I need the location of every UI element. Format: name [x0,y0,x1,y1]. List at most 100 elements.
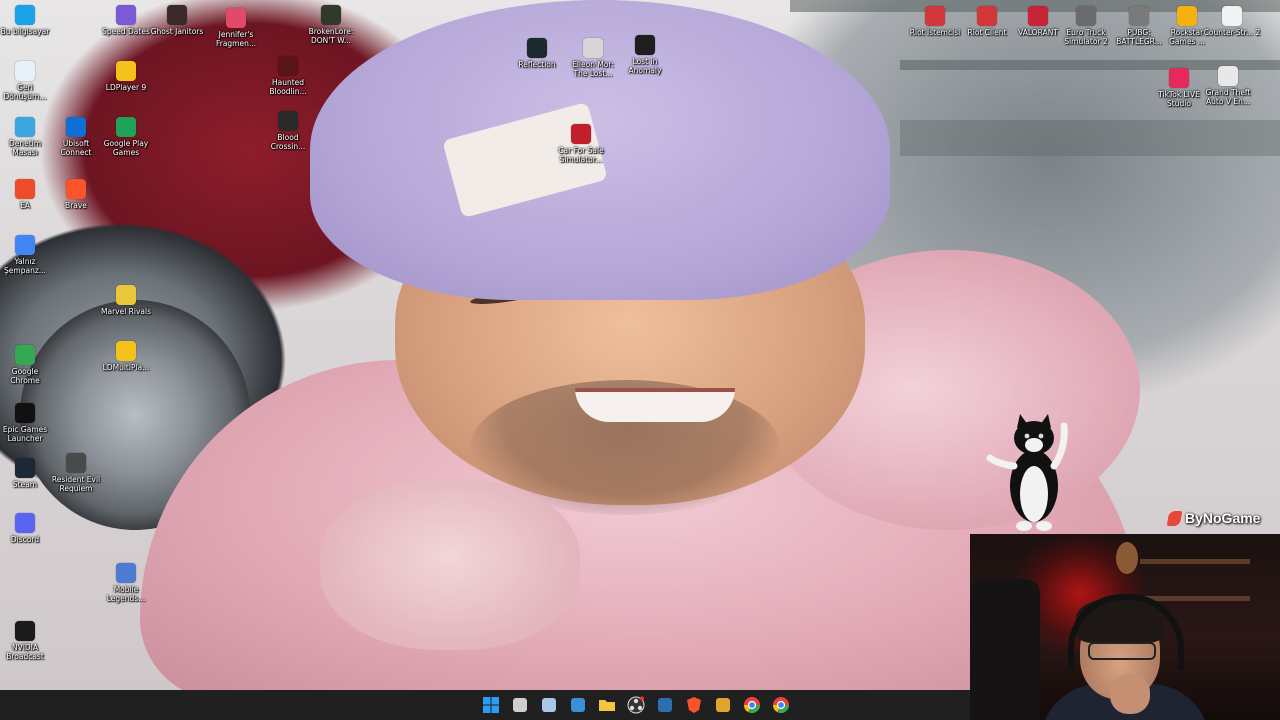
desktop-icon-label: Brave [65,201,87,210]
google-play-games-icon [116,117,136,137]
desktop-icon-google-chrome[interactable]: Google Chrome [0,345,54,385]
desktop-icon-mobile-legends[interactable]: Mobile Legends... [97,563,155,603]
glasses-image [1088,642,1156,660]
desktop-icon-google-play-games[interactable]: Google Play Games [97,117,155,157]
desktop-icon-label: Speed Dates [102,27,150,36]
taskbar-snipping-button[interactable] [540,696,558,714]
desktop-icon-bu-bilgisayar[interactable]: Bu bilgisayar [0,5,54,36]
desktop-icon-label: Riot Client [967,28,1007,37]
desktop-icon-ghost-janitors[interactable]: Ghost Janitors [148,5,206,36]
desktop-icon-label: Haunted Bloodlin... [269,78,307,96]
desktop-icon-label: LDPlayer 9 [105,83,147,92]
taskbar-items [482,690,790,720]
desktop-icon-brave[interactable]: Brave [47,179,105,210]
ubisoft-icon [66,117,86,137]
hand-image [320,480,580,650]
blood-crossing-icon [278,111,298,131]
desktop-icon-reflection[interactable]: Reflection [508,38,566,69]
desktop-icon-label: Mobile Legends... [106,585,146,603]
lost-in-anomaly-icon [635,35,655,55]
desktop-icon-lost-in-anomaly[interactable]: Lost in Anomaly [616,35,674,75]
ldplayer-icon [116,61,136,81]
desktop-icon-counter-strike-2[interactable]: Counter-Str... 2 [1203,6,1261,37]
riot-client-icon [925,6,945,26]
desktop-icon-marvel-rivals[interactable]: Marvel Rivals [97,285,155,316]
desktop-icon-label: Car For Sale Simulator... [558,146,604,164]
riot-client-icon [977,6,997,26]
desktop-icon-label: Resident Evil Requiem [51,475,101,493]
desktop-icon-ldmultiplayer[interactable]: LDMultiPla... [97,341,155,372]
desktop-icon-resident-evil[interactable]: Resident Evil Requiem [47,453,105,493]
desktop-icon-car-for-sale[interactable]: Car For Sale Simulator... [552,124,610,164]
windows-start-icon [483,697,499,713]
rockstar-icon [1177,6,1197,26]
taskbar-file-explorer-button[interactable] [598,696,616,714]
desktop-icon-speed-dates[interactable]: Speed Dates [97,5,155,36]
desktop-icon-label: Google Chrome [10,367,40,385]
cat-sticker [986,414,1068,531]
desktop-icon-ea[interactable]: EA [0,179,54,210]
desktop-icon-geri-donusum[interactable]: Geri Dönüşüm... [0,61,54,101]
desktop-icon-label: Blood Crossin... [270,133,306,151]
desktop-icon-yalniz-sempanze[interactable]: Yalnız Şempanz... [0,235,54,275]
taskbar-start-button[interactable] [482,696,500,714]
resident-evil-icon [66,453,86,473]
desktop-icon-steam[interactable]: Steam [0,458,54,489]
desktop-icon-label: Steam [12,480,38,489]
desktop-icon-label: Yalnız Şempanz... [4,257,46,275]
desktop-icon-euro-truck[interactable]: Euro Truck Simulator 2 [1057,6,1115,46]
desktop-icon-label: Euro Truck Simulator 2 [1064,28,1108,46]
taskbar-chrome-tb-2-button[interactable] [772,696,790,714]
desktop-icon-label: Geri Dönüşüm... [3,83,47,101]
smile-image [575,388,735,422]
jennifers-fragments-icon [226,8,246,28]
desktop-icon-label: Counter-Str... 2 [1203,28,1261,37]
taskbar-chrome-tb-1-button[interactable] [743,696,761,714]
elleon-mor-icon [583,38,603,58]
taskbar-task-view-button[interactable] [511,696,529,714]
taskbar-media-player-button[interactable] [714,696,732,714]
desktop-icon-elleon-mor[interactable]: Elleon Mor: The Lost... [564,38,622,78]
pubg-icon [1129,6,1149,26]
desktop-icon-nvidia-broadcast[interactable]: NVIDIA Broadcast [0,621,54,661]
taskbar-photos-button[interactable] [569,696,587,714]
snipping-tool-icon [542,698,556,712]
taskbar-brave-tb-button[interactable] [685,696,703,714]
google-chrome-icon [772,697,790,714]
ldmultiplayer-icon [116,341,136,361]
desktop-icon-label: Lost in Anomaly [628,57,662,75]
taskbar-steam-tb-button[interactable] [656,696,674,714]
desktop-icon-discord[interactable]: Discord [0,513,54,544]
counter-strike-icon [1222,6,1242,26]
webcam-overlay [970,534,1280,720]
gaming-chair-image [970,579,1040,720]
desktop-icon-riot-client[interactable]: Riot Client [958,6,1016,37]
desktop-icon-riot-istemcisi[interactable]: Riot İstemcisi [906,6,964,37]
desktop-icon-denetim-masasi[interactable]: Denetim Masası [0,117,54,157]
desktop-icon-label: LDMultiPla... [102,363,150,372]
desktop-icon-ldplayer9[interactable]: LDPlayer 9 [97,61,155,92]
desktop-icon-gta-v[interactable]: Grand Theft Auto V En... [1199,66,1257,106]
ghost-janitors-icon [167,5,187,25]
desktop-icon-label: Marvel Rivals [101,307,151,316]
desktop-icon-label: Jennifer's Fragmen... [215,30,257,48]
google-chrome-icon [743,697,761,714]
brave-icon [687,697,701,713]
epic-games-icon [15,403,35,423]
recycle-bin-icon [15,61,35,81]
desktop-icon-blood-crossing[interactable]: Blood Crossin... [259,111,317,151]
desktop-icon-epic-games[interactable]: Epic Games Launcher [0,403,54,443]
reflection-icon [527,38,547,58]
desktop-icon-broken-lore[interactable]: BrokenLore: DON'T W... [302,5,360,45]
desktop-icon-jennifers-fragments[interactable]: Jennifer's Fragmen... [207,8,265,48]
chrome-app-icon [15,235,35,255]
brave-icon [66,179,86,199]
desktop-icon-label: Discord [10,535,40,544]
haunted-bloodlines-icon [278,56,298,76]
taskbar-obs-button[interactable] [627,696,645,714]
desktop-icon-haunted-bloodlines[interactable]: Haunted Bloodlin... [259,56,317,96]
obs-icon [627,696,645,714]
euro-truck-icon [1076,6,1096,26]
mobile-legends-icon [116,563,136,583]
bynogame-logo-icon [1166,510,1183,526]
